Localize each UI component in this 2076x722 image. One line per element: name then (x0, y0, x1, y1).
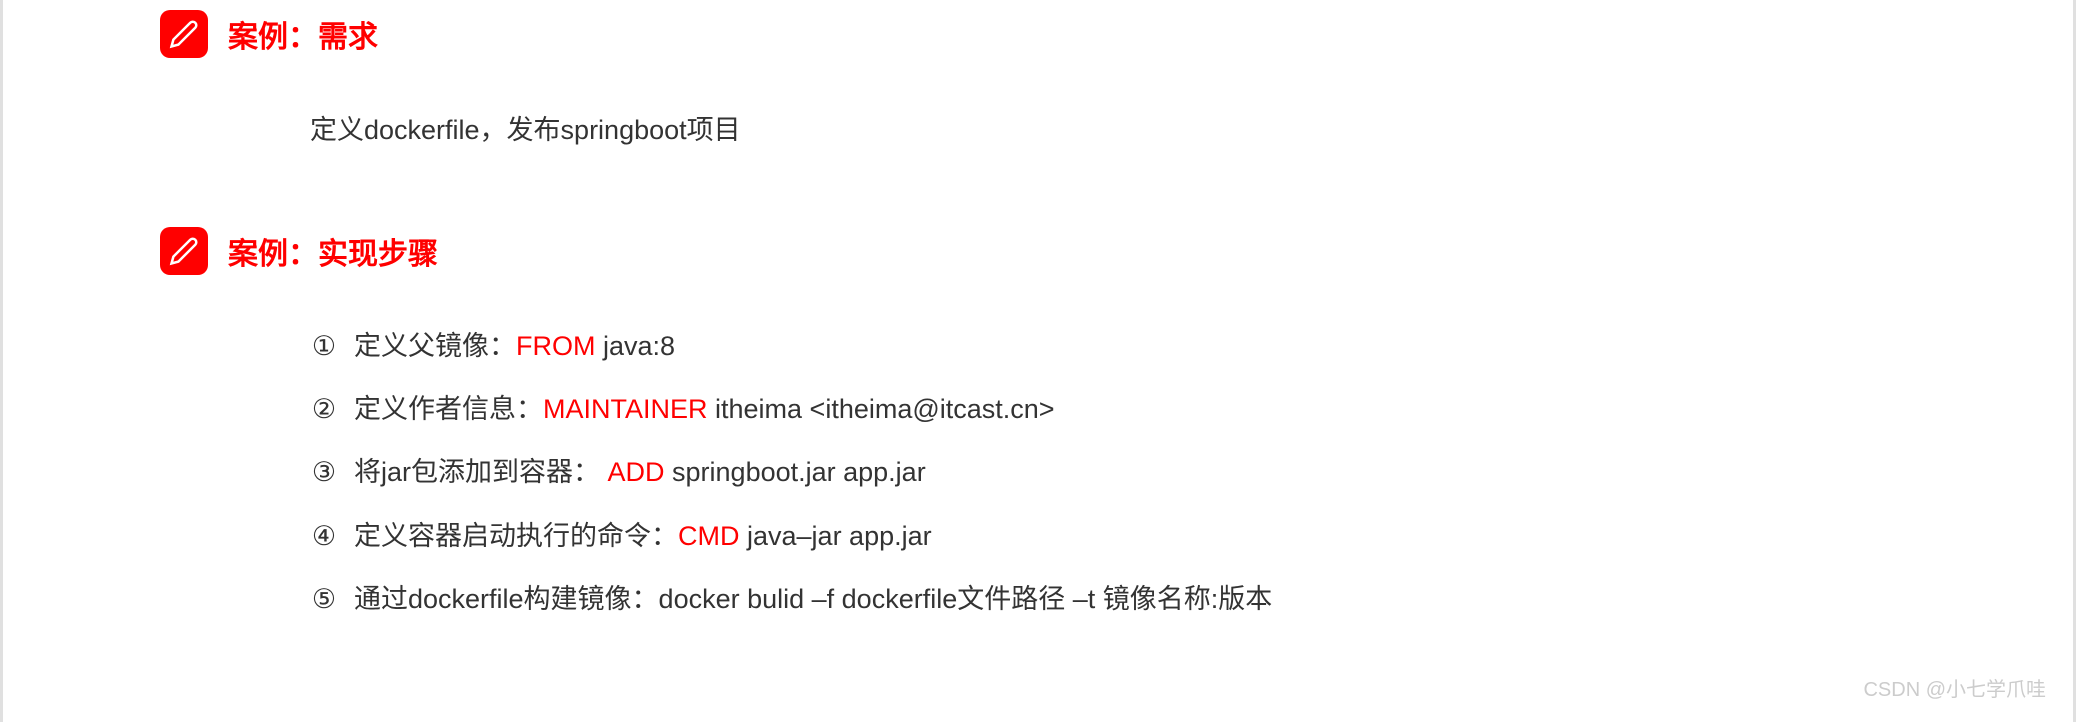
step-rest: springboot.jar app.jar (665, 457, 926, 487)
pencil-icon-box (160, 227, 208, 275)
watermark: CSDN @小七学爪哇 (1863, 673, 2046, 702)
pencil-icon-box (160, 10, 208, 58)
step-item: ① 定义父镜像：FROM java:8 (310, 325, 2076, 368)
step-text: 通过dockerfile构建镜像：docker bulid –f dockerf… (354, 578, 1272, 621)
step-rest: java–jar app.jar (740, 521, 932, 551)
step-label: 定义作者信息： (354, 394, 543, 424)
step-keyword: MAINTAINER (543, 394, 715, 424)
step-item: ② 定义作者信息：MAINTAINER itheima <itheima@itc… (310, 388, 2076, 431)
section-header-requirements: 案例：需求 (160, 10, 2076, 58)
step-item: ④ 定义容器启动执行的命令：CMD java–jar app.jar (310, 515, 2076, 558)
step-number: ③ (310, 451, 338, 494)
step-text: 定义父镜像：FROM java:8 (354, 325, 675, 368)
step-text: 将jar包添加到容器： ADD springboot.jar app.jar (354, 451, 926, 494)
step-text: 定义容器启动执行的命令：CMD java–jar app.jar (354, 515, 932, 558)
section-header-steps: 案例：实现步骤 (160, 227, 2076, 275)
step-keyword: ADD (608, 457, 665, 487)
section-steps: 案例：实现步骤 ① 定义父镜像：FROM java:8 ② 定义作者信息：MAI… (160, 227, 2076, 621)
step-label: 通过dockerfile构建镜像：docker bulid –f dockerf… (354, 584, 1272, 614)
step-label: 定义父镜像： (354, 331, 516, 361)
step-number: ② (310, 388, 338, 431)
section-title-steps: 案例：实现步骤 (228, 229, 438, 273)
steps-list: ① 定义父镜像：FROM java:8 ② 定义作者信息：MAINTAINER … (310, 325, 2076, 621)
pencil-icon (169, 19, 199, 49)
step-keyword: CMD (678, 521, 740, 551)
step-text: 定义作者信息：MAINTAINER itheima <itheima@itcas… (354, 388, 1055, 431)
step-item: ⑤ 通过dockerfile构建镜像：docker bulid –f docke… (310, 578, 2076, 621)
step-label: 定义容器启动执行的命令： (354, 521, 678, 551)
left-border (0, 0, 3, 722)
step-keyword: FROM (516, 331, 595, 361)
step-label: 将jar包添加到容器： (354, 457, 608, 487)
step-rest: itheima <itheima@itcast.cn> (715, 394, 1055, 424)
pencil-icon (169, 236, 199, 266)
step-number: ④ (310, 515, 338, 558)
step-number: ① (310, 325, 338, 368)
section-requirements: 案例：需求 定义dockerfile，发布springboot项目 (160, 10, 2076, 147)
section-title-requirements: 案例：需求 (228, 12, 378, 56)
step-number: ⑤ (310, 578, 338, 621)
requirements-content: 定义dockerfile，发布springboot项目 (310, 108, 2076, 147)
step-item: ③ 将jar包添加到容器： ADD springboot.jar app.jar (310, 451, 2076, 494)
step-rest: java:8 (595, 331, 675, 361)
